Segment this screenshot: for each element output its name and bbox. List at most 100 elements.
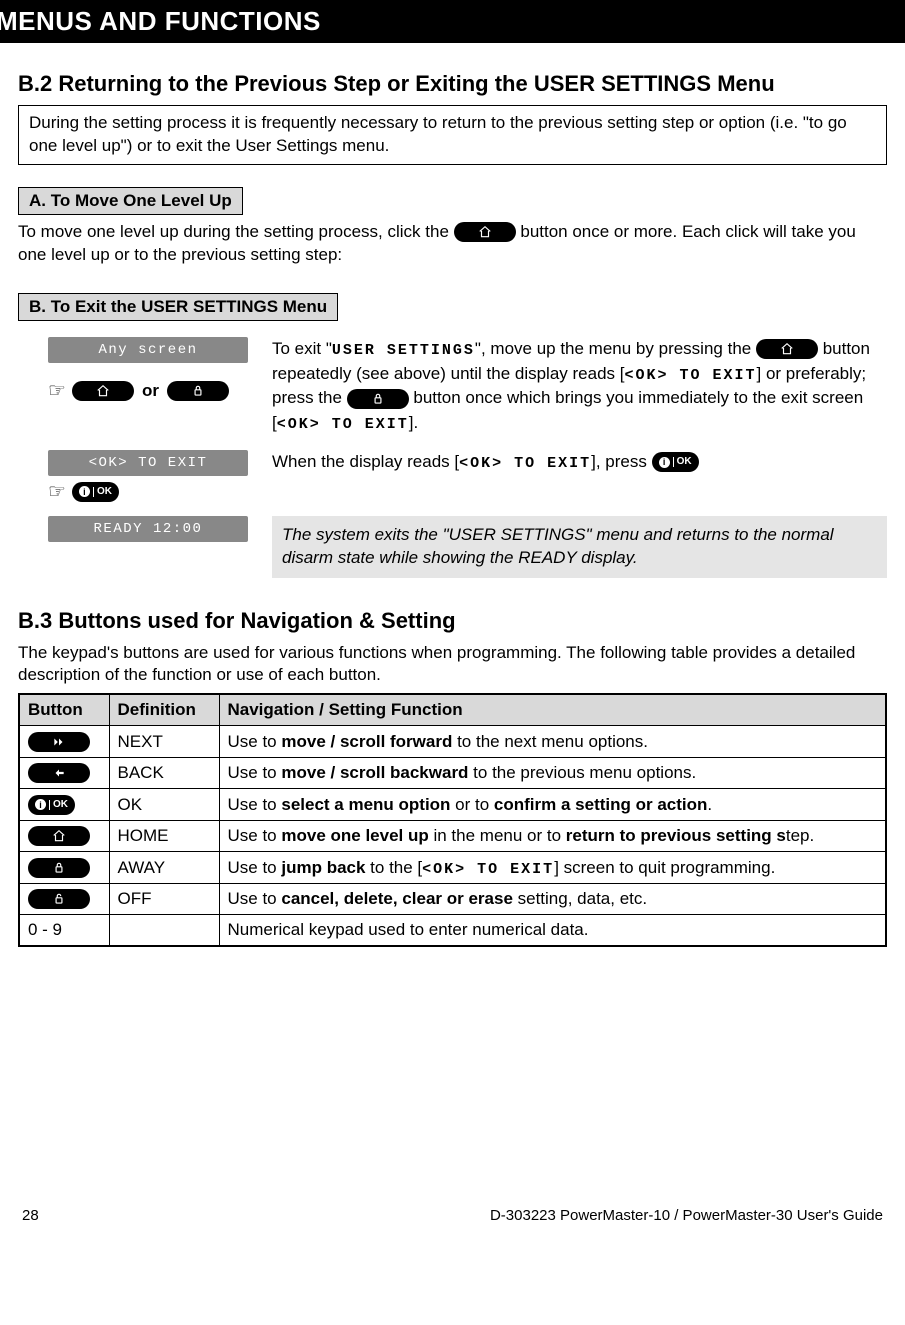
home-button-icon (72, 381, 134, 401)
b2-step2: <OK> TO EXIT ☞ iOK When the display read… (48, 450, 887, 502)
text: ]. (409, 413, 418, 432)
text-bold: cancel, delete, clear or erase (281, 889, 513, 908)
text: in the menu or to (429, 826, 566, 845)
cell-function: Use to select a menu option or to confir… (219, 789, 886, 821)
col-function: Navigation / Setting Function (219, 694, 886, 726)
b2-step1-left: Any screen ☞ or (48, 337, 248, 436)
home-button-icon (454, 222, 516, 242)
page-footer: 28 D-303223 PowerMaster-10 / PowerMaster… (18, 1207, 887, 1234)
button-table: Button Definition Navigation / Setting F… (18, 693, 887, 947)
b2-step1-text: To exit "USER SETTINGS", move up the men… (272, 337, 887, 436)
cell-definition: OFF (109, 883, 219, 915)
text: Use to (228, 889, 282, 908)
off-button-icon (28, 889, 90, 909)
table-row: 0 - 9 Numerical keypad used to enter num… (19, 915, 886, 947)
lcd-ready: READY 12:00 (48, 516, 248, 542)
seg-text: <OK> TO EXIT (277, 416, 409, 433)
b2-a-paragraph: To move one level up during the setting … (18, 221, 887, 267)
doc-title: D-303223 PowerMaster-10 / PowerMaster-30… (490, 1207, 883, 1224)
cell-button (19, 820, 109, 852)
table-row: AWAY Use to jump back to the [<OK> TO EX… (19, 852, 886, 884)
cell-definition: AWAY (109, 852, 219, 884)
b2-heading: B.2 Returning to the Previous Step or Ex… (18, 71, 887, 97)
table-row: BACK Use to move / scroll backward to th… (19, 757, 886, 789)
b2-step1-buttons: ☞ or (48, 381, 248, 401)
col-definition: Definition (109, 694, 219, 726)
text-bold: jump back (281, 858, 365, 877)
text: or to (450, 795, 493, 814)
home-button-icon (756, 339, 818, 359)
text: To exit " (272, 339, 332, 358)
cell-function: Use to move / scroll backward to the pre… (219, 757, 886, 789)
b2-note: The system exits the "USER SETTINGS" men… (272, 516, 887, 578)
cell-button (19, 726, 109, 758)
text: When the display reads [ (272, 452, 459, 471)
b2-b-subhead: B. To Exit the USER SETTINGS Menu (18, 293, 338, 321)
text: to the previous menu options. (468, 763, 696, 782)
seg-text: USER SETTINGS (332, 342, 475, 359)
text-bold: select a menu option (281, 795, 450, 814)
b2-a-subhead: A. To Move One Level Up (18, 187, 243, 215)
cell-definition: HOME (109, 820, 219, 852)
text: Use to (228, 732, 282, 751)
seg-text: <OK> TO EXIT (422, 861, 554, 878)
b2-intro: During the setting process it is frequen… (18, 105, 887, 165)
b2-step2-buttons: ☞ iOK (48, 482, 248, 502)
page-body: B.2 Returning to the Previous Step or Ex… (0, 71, 905, 1252)
text: to the [ (365, 858, 422, 877)
seg-text: <OK> TO EXIT (459, 455, 591, 472)
b2-step3-left: READY 12:00 (48, 516, 248, 578)
away-button-icon (167, 381, 229, 401)
cell-button (19, 852, 109, 884)
back-button-icon (28, 763, 90, 783)
lcd-ok-to-exit: <OK> TO EXIT (48, 450, 248, 476)
cell-definition: NEXT (109, 726, 219, 758)
cell-button (19, 883, 109, 915)
seg-text: <OK> TO EXIT (624, 367, 756, 384)
col-button: Button (19, 694, 109, 726)
away-button-icon (347, 389, 409, 409)
text-bold: move / scroll forward (281, 732, 452, 751)
text: tep. (786, 826, 814, 845)
cell-button: iOK (19, 789, 109, 821)
or-text: or (142, 381, 159, 401)
text: Use to (228, 858, 282, 877)
text-bold: return to previous setting s (566, 826, 786, 845)
cell-definition (109, 915, 219, 947)
home-button-icon (28, 826, 90, 846)
next-button-icon (28, 732, 90, 752)
table-row: OFF Use to cancel, delete, clear or eras… (19, 883, 886, 915)
b2-step2-text: When the display reads [<OK> TO EXIT], p… (272, 450, 887, 502)
text: ], press (591, 452, 651, 471)
text: Use to (228, 795, 282, 814)
away-button-icon (28, 858, 90, 878)
page-number: 28 (22, 1207, 39, 1224)
cell-function: Use to cancel, delete, clear or erase se… (219, 883, 886, 915)
text-bold: move / scroll backward (281, 763, 468, 782)
table-row: iOK OK Use to select a menu option or to… (19, 789, 886, 821)
b3-heading: B.3 Buttons used for Navigation & Settin… (18, 608, 887, 634)
b2-step1: Any screen ☞ or To exit "USER SETTINGS",… (48, 337, 887, 436)
cell-definition: OK (109, 789, 219, 821)
b3-intro: The keypad's buttons are used for variou… (18, 642, 887, 688)
ok-button-icon: iOK (28, 795, 75, 815)
text: To move one level up during the setting … (18, 222, 454, 241)
text: ", move up the menu by pressing the (475, 339, 756, 358)
cell-function: Numerical keypad used to enter numerical… (219, 915, 886, 947)
lcd-any-screen: Any screen (48, 337, 248, 363)
cell-function: Use to move / scroll forward to the next… (219, 726, 886, 758)
text: Use to (228, 826, 282, 845)
ok-button-icon: iOK (652, 452, 699, 472)
b2-step3: READY 12:00 The system exits the "USER S… (48, 516, 887, 578)
cell-button (19, 757, 109, 789)
table-header-row: Button Definition Navigation / Setting F… (19, 694, 886, 726)
b2-step2-left: <OK> TO EXIT ☞ iOK (48, 450, 248, 502)
text: . (707, 795, 712, 814)
text: setting, data, etc. (513, 889, 647, 908)
text: Use to (228, 763, 282, 782)
cell-function: Use to jump back to the [<OK> TO EXIT] s… (219, 852, 886, 884)
text: to the next menu options. (452, 732, 648, 751)
page-header: MENUS AND FUNCTIONS (0, 0, 905, 43)
table-row: NEXT Use to move / scroll forward to the… (19, 726, 886, 758)
text-bold: confirm a setting or action (494, 795, 707, 814)
